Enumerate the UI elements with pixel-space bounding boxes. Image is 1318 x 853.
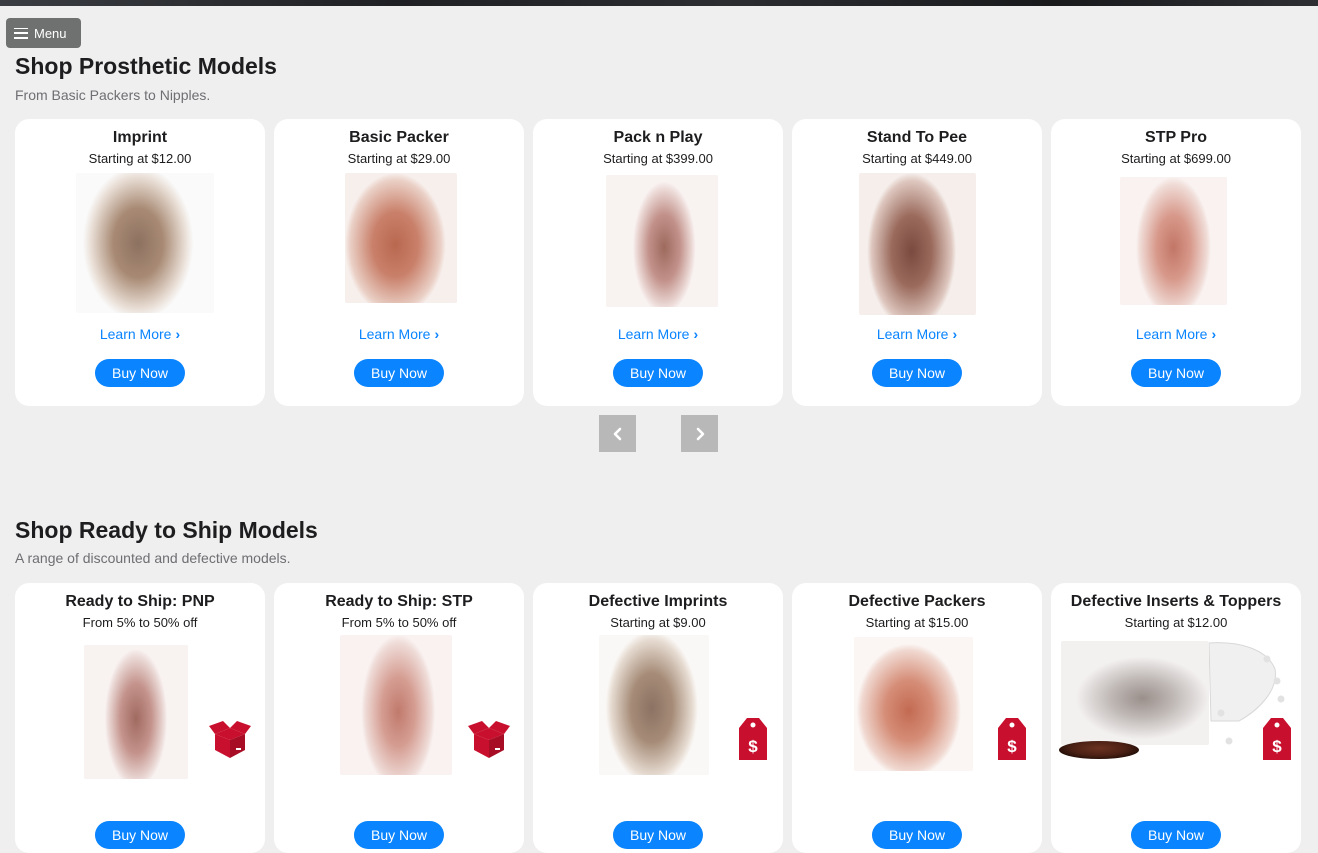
buy-now-button[interactable]: Buy Now <box>94 821 186 849</box>
section-subtitle-ready-to-ship: A range of discounted and defective mode… <box>15 550 291 566</box>
carousel-prev-button[interactable] <box>599 415 636 452</box>
card-price: Starting at $15.00 <box>865 615 969 630</box>
product-image[interactable] <box>345 173 457 303</box>
section-title-prosthetic: Shop Prosthetic Models <box>15 53 277 79</box>
ready-to-ship-carousel: Ready to Ship: PNP From 5% to 50% off Bu… <box>15 583 1301 853</box>
menu-button[interactable]: Menu <box>6 18 81 48</box>
card-title: Basic Packer <box>349 129 449 146</box>
chevron-right-icon: › <box>952 326 958 342</box>
product-card-rts-pnp: Ready to Ship: PNP From 5% to 50% off Bu… <box>15 583 265 853</box>
chevron-right-icon: › <box>1211 326 1217 342</box>
product-card-basic-packer: Basic Packer Starting at $29.00 Learn Mo… <box>274 119 524 406</box>
product-image[interactable] <box>1061 641 1209 745</box>
card-price: Starting at $29.00 <box>347 151 451 166</box>
price-tag-icon: $ <box>1263 718 1291 760</box>
product-image[interactable] <box>599 635 709 775</box>
card-price: From 5% to 50% off <box>341 615 457 630</box>
product-image[interactable] <box>859 173 976 315</box>
product-image[interactable] <box>76 173 214 313</box>
buy-now-button[interactable]: Buy Now <box>612 821 704 849</box>
buy-now-button[interactable]: Buy Now <box>353 821 445 849</box>
chevron-right-icon: › <box>693 326 699 342</box>
card-price: Starting at $9.00 <box>610 615 706 630</box>
card-title: Imprint <box>112 129 168 146</box>
card-title: Ready to Ship: PNP <box>65 593 215 610</box>
price-tag-icon: $ <box>739 718 767 760</box>
product-card-defective-inserts-toppers: Defective Inserts & Toppers Starting at … <box>1051 583 1301 853</box>
product-card-stp-pro: STP Pro Starting at $699.00 Learn More › … <box>1051 119 1301 406</box>
product-card-defective-imprints: Defective Imprints Starting at $9.00 $ B… <box>533 583 783 853</box>
hamburger-icon <box>14 27 28 39</box>
card-price: Starting at $12.00 <box>1124 615 1228 630</box>
prosthetic-carousel: Imprint Starting at $12.00 Learn More › B… <box>15 119 1301 406</box>
chevron-left-icon <box>613 427 621 440</box>
open-box-icon <box>468 721 510 758</box>
chevron-right-icon: › <box>175 326 181 342</box>
product-image-insert <box>1059 741 1139 759</box>
card-title: Defective Imprints <box>588 593 728 610</box>
product-card-defective-packers: Defective Packers Starting at $15.00 $ B… <box>792 583 1042 853</box>
top-banner-strip <box>0 0 1318 6</box>
learn-more-link[interactable]: Learn More › <box>274 326 524 342</box>
card-title: Defective Inserts & Toppers <box>1070 593 1282 610</box>
card-title: Defective Packers <box>848 593 986 610</box>
chevron-right-icon: › <box>434 326 440 342</box>
buy-now-button[interactable]: Buy Now <box>871 821 963 849</box>
product-card-imprint: Imprint Starting at $12.00 Learn More › B… <box>15 119 265 406</box>
menu-label: Menu <box>34 25 67 41</box>
buy-now-button[interactable]: Buy Now <box>1130 359 1222 387</box>
buy-now-button[interactable]: Buy Now <box>94 359 186 387</box>
svg-text:$: $ <box>1007 737 1017 756</box>
product-image[interactable] <box>1120 177 1227 305</box>
svg-text:$: $ <box>1272 737 1282 756</box>
buy-now-button[interactable]: Buy Now <box>353 359 445 387</box>
card-title: Ready to Ship: STP <box>325 593 473 610</box>
card-title: Pack n Play <box>613 129 703 146</box>
card-price: Starting at $699.00 <box>1121 151 1231 166</box>
learn-more-link[interactable]: Learn More › <box>533 326 783 342</box>
learn-more-link[interactable]: Learn More › <box>1051 326 1301 342</box>
open-box-icon <box>209 721 251 758</box>
card-title: STP Pro <box>1145 129 1207 146</box>
section-title-ready-to-ship: Shop Ready to Ship Models <box>15 517 318 543</box>
product-card-rts-stp: Ready to Ship: STP From 5% to 50% off Bu… <box>274 583 524 853</box>
chevron-right-icon <box>696 427 704 440</box>
card-price: Starting at $399.00 <box>603 151 713 166</box>
product-image[interactable] <box>854 637 973 771</box>
buy-now-button[interactable]: Buy Now <box>871 359 963 387</box>
product-image[interactable] <box>84 645 188 779</box>
learn-more-link[interactable]: Learn More › <box>15 326 265 342</box>
carousel-next-button[interactable] <box>681 415 718 452</box>
svg-text:$: $ <box>748 737 758 756</box>
card-price: From 5% to 50% off <box>82 615 198 630</box>
learn-more-link[interactable]: Learn More › <box>792 326 1042 342</box>
section-subtitle-prosthetic: From Basic Packers to Nipples. <box>15 87 211 103</box>
product-image[interactable] <box>340 635 452 775</box>
card-price: Starting at $12.00 <box>88 151 192 166</box>
buy-now-button[interactable]: Buy Now <box>1130 821 1222 849</box>
product-card-stand-to-pee: Stand To Pee Starting at $449.00 Learn M… <box>792 119 1042 406</box>
product-image[interactable] <box>606 175 718 307</box>
card-price: Starting at $449.00 <box>862 151 972 166</box>
buy-now-button[interactable]: Buy Now <box>612 359 704 387</box>
card-title: Stand To Pee <box>866 129 968 146</box>
price-tag-icon: $ <box>998 718 1026 760</box>
product-card-pack-n-play: Pack n Play Starting at $399.00 Learn Mo… <box>533 119 783 406</box>
